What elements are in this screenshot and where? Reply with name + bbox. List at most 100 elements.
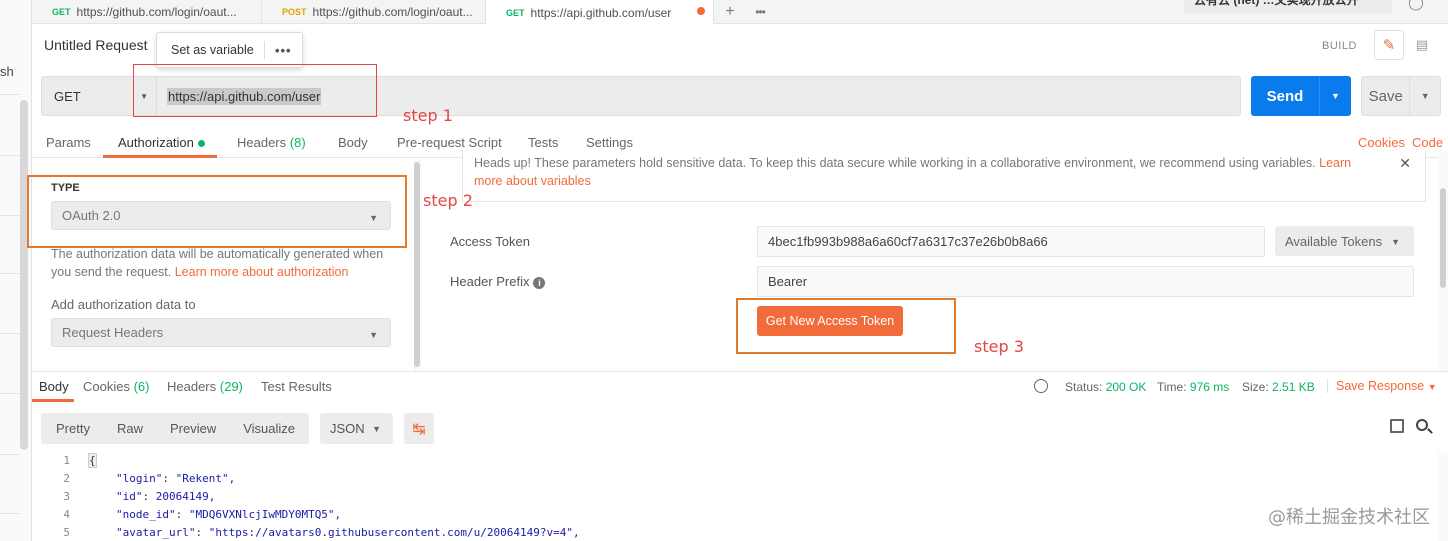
response-tabs: Body Cookies (6) Headers (29) Test Resul… [32,372,1448,402]
collections-sidebar: sh [0,0,32,541]
step1-label: step 1 [403,106,453,125]
save-response-label: Save Response [1336,379,1425,393]
tab-authorization[interactable]: Authorization [118,135,205,150]
tab-url: https://api.github.com/user [530,5,672,20]
tab-url: https://github.com/login/oaut... [312,5,473,19]
sidebar-fragment-text: sh [0,64,14,79]
request-tab[interactable]: POST https://github.com/login/oaut... [262,0,486,24]
view-pretty-button[interactable]: Pretty [56,421,90,436]
caret-down-icon: ▼ [372,424,381,434]
active-tab-underline [103,155,217,158]
json-value: "MDQ6VXNlcjIwMDY0MTQ5", [188,508,342,521]
sidebar-divider [0,273,20,274]
tab-url: https://github.com/login/oaut... [76,5,237,19]
set-as-variable-button[interactable]: Set as variable [157,43,264,57]
view-visualize-button[interactable]: Visualize [243,421,295,436]
size-label: Size: [1242,380,1269,394]
cookies-link[interactable]: Cookies [1358,135,1405,150]
sidebar-divider [0,155,20,156]
environment-select[interactable]: 云有云 (net) …文实现开放公开 [1184,0,1392,14]
active-dot-icon [197,140,205,148]
code-link[interactable]: Code [1412,135,1443,150]
wrap-lines-icon[interactable]: ↹ [404,413,434,444]
resp-headers-count: (29) [219,379,243,394]
json-key: "id" [116,490,143,503]
save-button[interactable]: Save ▼ [1361,76,1441,116]
time-meta: Time: 976 ms [1157,380,1229,394]
size-meta: Size: 2.51 KB [1242,380,1315,394]
resp-active-underline [32,399,74,402]
json-key: "login" [116,472,163,485]
header-prefix-input[interactable]: Bearer [757,266,1414,297]
auth-left-scrollbar[interactable] [414,162,420,367]
tab-settings[interactable]: Settings [586,135,633,150]
info-icon[interactable]: i [533,276,546,289]
access-token-label: Access Token [450,234,530,249]
request-name[interactable]: Untitled Request [44,37,148,53]
line-number: 4 [63,508,70,521]
request-tab[interactable]: GET https://github.com/login/oaut... [32,0,262,24]
code-line: 2 "login": "Rekent", [32,470,235,488]
step1-highlight-box [133,64,377,117]
format-value: JSON [330,421,365,436]
comment-icon[interactable]: ▤ [1407,30,1437,60]
access-token-input[interactable]: 4bec1fb993b988a6a60cf7a6317c37e26b0b8a66 [757,226,1265,257]
copy-icon[interactable] [1390,419,1404,433]
code-scrollbar[interactable] [1438,452,1448,541]
view-mode-group: Pretty Raw Preview Visualize [41,413,309,444]
format-select[interactable]: JSON ▼ [320,413,393,444]
resp-tab-test-results[interactable]: Test Results [261,379,332,394]
json-value: "Rekent", [175,472,236,485]
save-options-caret-icon[interactable]: ▼ [1410,91,1440,101]
add-auth-to-label: Add authorization data to [51,297,196,312]
request-tab-active[interactable]: GET https://api.github.com/user [486,0,714,25]
view-raw-button[interactable]: Raw [117,421,143,436]
learn-more-auth-link[interactable]: Learn more about authorization [175,265,349,279]
scroll-thumb[interactable] [1440,188,1446,288]
tab-headers[interactable]: Headers (8) [237,135,306,150]
tab-tests[interactable]: Tests [528,135,558,150]
eye-icon[interactable]: ◯ [1402,0,1430,14]
tab-body[interactable]: Body [338,135,368,150]
step3-highlight-box [736,298,956,354]
code-line: 3 "id": 20064149, [32,488,215,506]
send-label: Send [1266,87,1304,105]
view-preview-button[interactable]: Preview [170,421,216,436]
step3-label: step 3 [974,337,1024,356]
heads-up-text: Heads up! These parameters hold sensitiv… [474,156,1316,170]
send-options-caret-icon[interactable]: ▼ [1320,91,1351,101]
status-meta: Status: 200 OK [1065,380,1146,394]
more-options-icon[interactable]: ••• [265,43,302,58]
resp-tab-headers[interactable]: Headers (29) [167,379,243,394]
close-icon[interactable]: ✕ [1399,154,1411,172]
sidebar-scrollbar[interactable] [20,100,28,450]
response-body-code[interactable]: 1{ 2 "login": "Rekent", 3 "id": 20064149, … [32,452,1448,541]
tab-prerequest-script[interactable]: Pre-request Script [397,135,502,150]
auth-right-scrollbar[interactable] [1438,150,1448,371]
settings-sliders-icon[interactable]: ☰ [1442,0,1448,14]
add-auth-to-select[interactable]: Request Headers ▼ [51,318,391,347]
code-text: { [88,453,97,468]
pencil-edit-icon[interactable]: ✎ [1374,30,1404,60]
send-button[interactable]: Send ▼ [1251,76,1351,116]
caret-down-icon: ▼ [1427,382,1437,392]
new-tab-plus-icon[interactable]: + [718,0,742,24]
header-prefix-label: Header Prefix i [450,274,546,289]
globe-icon[interactable] [1034,379,1048,393]
caret-down-icon: ▼ [1391,237,1400,247]
watermark-text: @稀土掘金技术社区 [1268,507,1430,528]
caret-down-icon: ▼ [369,330,378,340]
available-tokens-select[interactable]: Available Tokens ▼ [1275,226,1414,256]
resp-tab-cookies-label: Cookies [83,379,130,394]
resp-tab-cookies[interactable]: Cookies (6) [83,379,149,394]
resp-tab-body[interactable]: Body [39,379,69,394]
learn-more-variables-link-cont[interactable]: about variables [506,174,591,188]
code-line: 4 "node_id": "MDQ6VXNlcjIwMDY0MTQ5", [32,506,341,524]
tab-params[interactable]: Params [46,135,91,150]
tab-authorization-label: Authorization [118,135,194,150]
tab-more-icon[interactable]: ••• [746,0,774,24]
search-icon[interactable] [1416,419,1428,431]
step2-highlight-box [27,175,407,248]
sidebar-divider [0,393,20,394]
save-response-button[interactable]: Save Response ▼ [1327,379,1437,393]
